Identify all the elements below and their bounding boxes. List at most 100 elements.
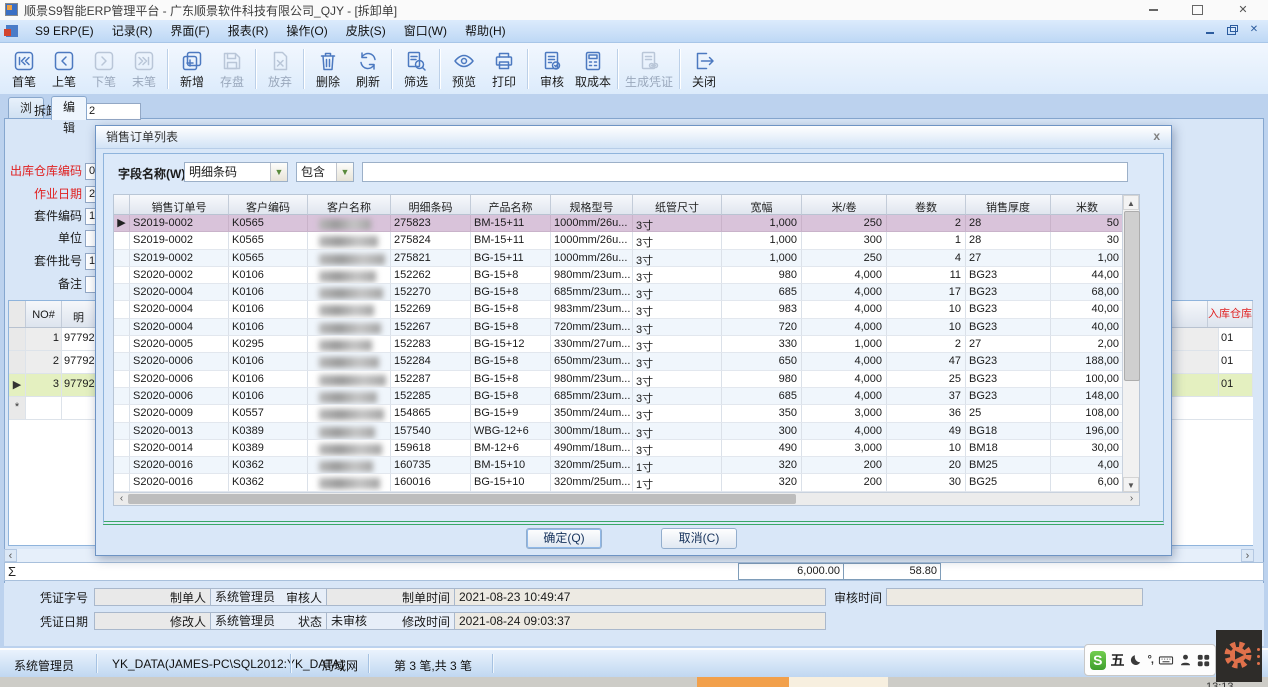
cancel-button[interactable]: 取消(C) xyxy=(661,528,737,549)
user-icon[interactable] xyxy=(1179,653,1192,667)
table-cell: BG23 xyxy=(966,267,1051,284)
column-header-6[interactable]: 规格型号 xyxy=(551,195,633,215)
table-row[interactable]: ▶S2019-0002K0565275823BM-15+111000mm/26u… xyxy=(114,215,1139,232)
dialog-close-icon[interactable]: x xyxy=(1153,129,1160,143)
table-row[interactable]: S2020-0009K0557154865BG-15+9350mm/24um..… xyxy=(114,405,1139,422)
toolbar-print-button[interactable]: 打印 xyxy=(484,47,524,91)
form-field-1[interactable]: 2 xyxy=(85,103,141,120)
toolbar-new-button[interactable]: 新增 xyxy=(172,47,212,91)
maximize-icon[interactable] xyxy=(1182,2,1212,18)
scrollbar-thumb[interactable] xyxy=(128,494,796,504)
toolbar-exit-button[interactable]: 关闭 xyxy=(684,47,724,91)
column-header-11[interactable]: 销售厚度 xyxy=(966,195,1051,215)
table-cell: 685 xyxy=(722,284,802,301)
table-row[interactable]: S2020-0014K0389159618BM-12+6490mm/18um..… xyxy=(114,440,1139,457)
table-row[interactable]: S2020-0006K0106152287BG-15+8980mm/23um..… xyxy=(114,371,1139,388)
menu-item-2[interactable]: 记录(R) xyxy=(103,20,162,42)
toolbar-audit-button[interactable]: 审核 xyxy=(532,47,572,91)
table-row[interactable]: S2020-0004K0106152267BG-15+8720mm/23um..… xyxy=(114,319,1139,336)
toolbar-refresh-button[interactable]: 刷新 xyxy=(348,47,388,91)
toolbar-filter-button[interactable]: 筛选 xyxy=(396,47,436,91)
taskbar-item-active[interactable] xyxy=(697,677,789,687)
column-header-4[interactable]: 明细条码 xyxy=(391,195,471,215)
punctuation-icon[interactable]: °, xyxy=(1148,654,1153,666)
table-row[interactable]: S2020-0002K0106152262BG-15+8980mm/23um..… xyxy=(114,267,1139,284)
table-row[interactable]: S2019-0002K0565275824BM-15+111000mm/26u.… xyxy=(114,232,1139,249)
column-header-10[interactable]: 卷数 xyxy=(887,195,966,215)
col-warehouse-header[interactable]: 入库仓库 xyxy=(1208,301,1253,327)
mdi-restore-icon[interactable] xyxy=(1226,24,1238,36)
scroll-right-icon[interactable]: › xyxy=(1125,493,1138,505)
row-selector xyxy=(114,388,130,405)
sogou-input-icon[interactable]: S xyxy=(1090,651,1106,670)
column-header-2[interactable]: 客户编码 xyxy=(229,195,308,215)
left-grid-new-row[interactable]: * xyxy=(9,397,96,420)
minimize-icon[interactable] xyxy=(1138,2,1168,18)
scroll-left-icon[interactable]: ‹ xyxy=(115,493,128,505)
vertical-scrollbar[interactable]: ▲ ▼ xyxy=(1122,195,1139,492)
table-row[interactable]: S2020-0004K0106152270BG-15+8685mm/23um..… xyxy=(114,284,1139,301)
table-row[interactable]: S2020-0013K0389157540WBG-12+6300mm/18um.… xyxy=(114,423,1139,440)
modify-time-field: 2021-08-24 09:03:37 xyxy=(454,612,826,630)
menu-item-6[interactable]: 皮肤(S) xyxy=(337,20,395,42)
table-cell: 37 xyxy=(887,388,966,405)
column-header-1[interactable]: 销售订单号 xyxy=(130,195,229,215)
column-header-8[interactable]: 宽幅 xyxy=(722,195,802,215)
scroll-right-icon[interactable]: › xyxy=(1241,549,1254,562)
ok-button[interactable]: 确定(Q) xyxy=(526,528,602,549)
scroll-down-icon[interactable]: ▼ xyxy=(1123,477,1139,492)
toolbar-prev-record-button[interactable]: 上笔 xyxy=(44,47,84,91)
field-name-select[interactable]: 明细条码 ▼ xyxy=(184,162,288,182)
column-header-9[interactable]: 米/卷 xyxy=(802,195,887,215)
left-grid-row[interactable]: 197792 xyxy=(9,328,96,351)
app-tile[interactable] xyxy=(1216,630,1262,682)
scroll-left-icon[interactable]: ‹ xyxy=(4,549,17,562)
close-icon[interactable]: ✕ xyxy=(1228,2,1258,18)
table-row[interactable]: S2019-0002K0565275821BG-15+111000mm/26u.… xyxy=(114,250,1139,267)
menu-item-7[interactable]: 窗口(W) xyxy=(395,20,456,42)
moon-icon[interactable] xyxy=(1130,654,1143,667)
operator-select[interactable]: 包含 ▼ xyxy=(296,162,354,182)
toolbar-cost-button[interactable]: 取成本 xyxy=(572,47,614,91)
scroll-up-icon[interactable]: ▲ xyxy=(1123,195,1139,210)
column-header-12[interactable]: 米数 xyxy=(1051,195,1124,215)
table-cell: K0106 xyxy=(229,319,308,336)
horizontal-scrollbar[interactable]: ‹ › xyxy=(114,492,1139,505)
scrollbar-thumb[interactable] xyxy=(1124,211,1140,381)
taskbar-item[interactable] xyxy=(789,677,888,687)
tab-edit[interactable]: 编辑 xyxy=(51,96,87,120)
table-row[interactable]: S2020-0005K0295152283BG-15+12330mm/27um.… xyxy=(114,336,1139,353)
table-cell: BG-15+8 xyxy=(471,267,551,284)
menu-item-8[interactable]: 帮助(H) xyxy=(456,20,515,42)
column-header-5[interactable]: 产品名称 xyxy=(471,195,551,215)
menu-item-5[interactable]: 操作(O) xyxy=(277,20,336,42)
column-header-3[interactable]: 客户名称 xyxy=(308,195,391,215)
table-row[interactable]: S2020-0016K0362160735BM-15+10320mm/25um.… xyxy=(114,457,1139,474)
table-row[interactable]: S2020-0004K0106152269BG-15+8983mm/23um..… xyxy=(114,301,1139,318)
gear-logo-icon xyxy=(1216,630,1262,682)
menu-grid-icon[interactable] xyxy=(1197,654,1210,667)
col-no-header[interactable]: NO# xyxy=(26,301,62,327)
wubi-mode-icon[interactable]: 五 xyxy=(1111,650,1125,670)
left-grid-row[interactable]: 297792 xyxy=(9,351,96,374)
column-header-7[interactable]: 纸管尺寸 xyxy=(633,195,722,215)
col-detail-header[interactable]: 明 xyxy=(62,301,96,327)
menu-item-3[interactable]: 界面(F) xyxy=(161,20,218,42)
mdi-minimize-icon[interactable] xyxy=(1204,24,1216,36)
chevron-down-icon[interactable]: ▼ xyxy=(270,163,287,181)
toolbar-preview-button[interactable]: 预览 xyxy=(444,47,484,91)
toolbar-delete-button[interactable]: 删除 xyxy=(308,47,348,91)
left-grid-row[interactable]: ▶397792 xyxy=(9,374,96,397)
table-row[interactable]: S2020-0016K0362160016BG-15+10320mm/25um.… xyxy=(114,474,1139,491)
chevron-down-icon[interactable]: ▼ xyxy=(336,163,353,181)
toolbar-first-record-button[interactable]: 首笔 xyxy=(4,47,44,91)
menu-item-4[interactable]: 报表(R) xyxy=(219,20,278,42)
search-input[interactable] xyxy=(362,162,1128,182)
table-cell: S2020-0014 xyxy=(130,440,229,457)
menu-item-1[interactable]: S9 ERP(E) xyxy=(26,20,103,42)
mdi-close-icon[interactable]: ✕ xyxy=(1248,24,1260,36)
keyboard-icon[interactable] xyxy=(1158,653,1174,667)
dialog-title-bar[interactable]: 销售订单列表 x xyxy=(96,126,1171,149)
table-row[interactable]: S2020-0006K0106152285BG-15+8685mm/23um..… xyxy=(114,388,1139,405)
table-row[interactable]: S2020-0006K0106152284BG-15+8650mm/23um..… xyxy=(114,353,1139,370)
